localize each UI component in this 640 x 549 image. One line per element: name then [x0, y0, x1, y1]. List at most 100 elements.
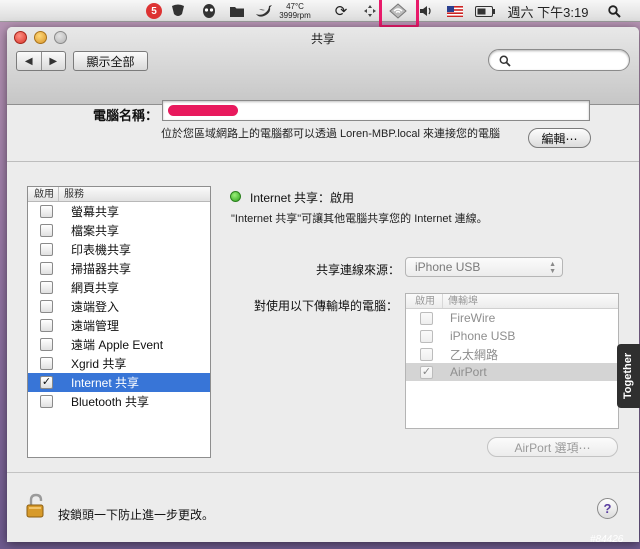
- port-row[interactable]: ✓ AirPort: [406, 363, 618, 381]
- folder-icon[interactable]: [227, 0, 247, 22]
- forward-arrow-icon[interactable]: ▶: [40, 52, 66, 70]
- navigation-buttons: ◀ ▶: [16, 51, 66, 71]
- service-checkbox[interactable]: [40, 300, 53, 313]
- column-header-service[interactable]: 服務: [59, 187, 84, 201]
- sharing-description: "Internet 共享"可讓其他電腦共享您的 Internet 連線。: [231, 213, 488, 225]
- together-tab[interactable]: Together: [617, 344, 640, 408]
- service-checkbox[interactable]: [40, 243, 53, 256]
- service-row[interactable]: 印表機共享: [28, 240, 210, 259]
- footer-divider: [7, 472, 639, 473]
- temperature-text: 47°C: [286, 2, 304, 11]
- battery-icon[interactable]: [473, 0, 497, 22]
- notification-badge[interactable]: 5: [145, 0, 163, 22]
- service-row[interactable]: 螢幕共享: [28, 202, 210, 221]
- port-checkbox[interactable]: [420, 347, 433, 361]
- edit-button[interactable]: 編輯⋯: [528, 128, 591, 148]
- service-row[interactable]: 網頁共享: [28, 278, 210, 297]
- service-row[interactable]: ✓ Internet 共享: [28, 373, 210, 392]
- lock-icon[interactable]: [25, 493, 47, 519]
- port-row[interactable]: FireWire: [406, 309, 618, 327]
- status-indicator-icon: [230, 191, 241, 202]
- service-checkbox[interactable]: [40, 395, 53, 408]
- port-label: AirPort: [450, 365, 487, 379]
- annotation-highlight-box: [379, 0, 419, 28]
- service-checkbox[interactable]: [40, 319, 53, 332]
- badge-count: 5: [146, 3, 162, 19]
- computer-name-label: 電腦名稱：: [93, 108, 159, 123]
- service-checkbox[interactable]: [40, 338, 53, 351]
- service-row[interactable]: 掃描器共享: [28, 259, 210, 278]
- port-row[interactable]: 乙太網路: [406, 345, 618, 363]
- service-row[interactable]: Xgrid 共享: [28, 354, 210, 373]
- temperature-monitor[interactable]: 47°C 3999rpm: [279, 0, 311, 22]
- ports-label: 對使用以下傳輸埠的電腦：: [254, 299, 399, 313]
- service-row[interactable]: 遠端登入: [28, 297, 210, 316]
- section-divider: [7, 161, 639, 162]
- service-label: 掃描器共享: [71, 262, 132, 276]
- service-label: 螢幕共享: [71, 205, 120, 219]
- service-checkbox[interactable]: [40, 205, 53, 218]
- service-label: Xgrid 共享: [71, 357, 127, 371]
- clock[interactable]: 週六 下午3:19: [503, 0, 593, 22]
- alien-icon[interactable]: [199, 0, 219, 22]
- port-label: 乙太網路: [450, 347, 499, 362]
- port-label: FireWire: [450, 311, 496, 325]
- menu-bar: 5 47°C 3999rpm ⟳ 週六 下午3:19: [0, 0, 640, 22]
- service-label: 遠端 Apple Event: [71, 338, 164, 352]
- service-label: 網頁共享: [71, 281, 120, 295]
- source-select[interactable]: iPhone USB ▲ ▼: [405, 257, 563, 277]
- service-label: 檔案共享: [71, 224, 120, 238]
- service-row[interactable]: Bluetooth 共享: [28, 392, 210, 411]
- computer-name-field[interactable]: [162, 100, 590, 121]
- column-header-port[interactable]: 傳輸埠: [443, 294, 478, 308]
- spotlight-icon[interactable]: [604, 0, 624, 22]
- service-row[interactable]: 遠端管理: [28, 316, 210, 335]
- airport-options-button[interactable]: AirPort 選項⋯: [487, 437, 618, 457]
- service-label: Internet 共享: [71, 376, 140, 390]
- port-list-header: 啟用 傳輸埠: [406, 294, 618, 309]
- service-row[interactable]: 遠端 Apple Event: [28, 335, 210, 354]
- column-header-enabled[interactable]: 啟用: [28, 187, 59, 201]
- service-list-header: 啟用 服務: [28, 187, 210, 202]
- twitter-bird-icon[interactable]: [253, 0, 275, 22]
- growl-icon[interactable]: [168, 0, 188, 22]
- fan-speed-text: 3999rpm: [279, 11, 311, 20]
- port-checkbox[interactable]: ✓: [420, 365, 433, 379]
- service-label: 印表機共享: [71, 243, 132, 257]
- lock-instruction: 按鎖頭一下防止進一步更改。: [58, 508, 215, 522]
- move-icon[interactable]: [360, 0, 380, 22]
- service-checkbox[interactable]: [40, 281, 53, 294]
- redaction-mark: [168, 105, 238, 116]
- port-row[interactable]: iPhone USB: [406, 327, 618, 345]
- source-value: iPhone USB: [415, 260, 481, 274]
- show-all-button[interactable]: 顯示全部: [73, 51, 148, 71]
- port-checkbox[interactable]: [420, 329, 433, 343]
- sharing-preferences-window: 共享 ◀ ▶ 顯示全部 電腦名稱： 位於您區域網路上的電腦都可以透過 Loren…: [7, 27, 639, 542]
- service-checkbox[interactable]: [40, 224, 53, 237]
- service-checkbox[interactable]: [40, 262, 53, 275]
- window-title: 共享: [310, 32, 335, 46]
- together-tab-label: Together: [622, 352, 635, 400]
- sharing-status: Internet 共享：啟用: [250, 191, 355, 205]
- select-arrows-icon: ▲ ▼: [549, 261, 556, 275]
- service-checkbox[interactable]: ✓: [40, 376, 53, 389]
- back-arrow-icon[interactable]: ◀: [17, 52, 41, 70]
- help-button[interactable]: ?: [597, 498, 618, 519]
- port-label: iPhone USB: [450, 329, 516, 343]
- sync-icon[interactable]: ⟳: [330, 0, 352, 22]
- window-titlebar: 共享 ◀ ▶ 顯示全部: [7, 27, 639, 105]
- service-row[interactable]: 檔案共享: [28, 221, 210, 240]
- service-checkbox[interactable]: [40, 357, 53, 370]
- port-checkbox[interactable]: [420, 311, 433, 325]
- column-header-port-enabled[interactable]: 啟用: [406, 294, 443, 308]
- port-list: 啟用 傳輸埠 FireWire iPhone USB 乙太網路 ✓ AirPort: [405, 293, 619, 429]
- search-input[interactable]: [488, 49, 630, 71]
- service-label: 遠端登入: [71, 300, 120, 314]
- search-icon: [497, 53, 513, 69]
- service-label: Bluetooth 共享: [71, 395, 150, 409]
- service-label: 遠端管理: [71, 319, 120, 333]
- watermark: #84426: [590, 534, 624, 545]
- us-flag-icon[interactable]: [445, 0, 465, 22]
- volume-icon[interactable]: [417, 0, 435, 22]
- computer-name-description: 位於您區域網路上的電腦都可以透過 Loren-MBP.local 來連接您的電腦: [161, 128, 501, 140]
